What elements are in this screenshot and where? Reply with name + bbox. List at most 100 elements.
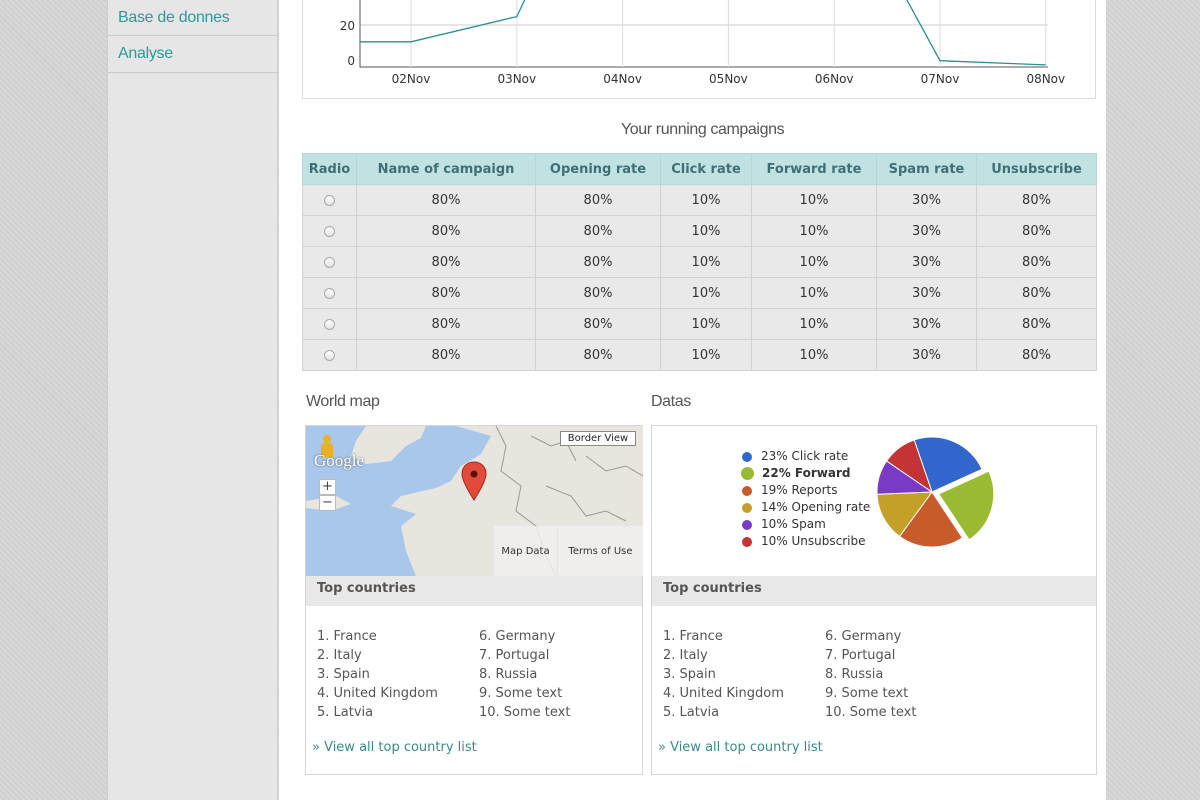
legend-swatch bbox=[742, 536, 752, 547]
radio-cell bbox=[302, 277, 357, 309]
country-list-left: 1. France 2. Italy 3. Spain 4. United Kingd… bbox=[663, 627, 784, 722]
legend-label: 10% Spam bbox=[761, 517, 826, 531]
campaign-radio-button[interactable] bbox=[324, 318, 335, 330]
campaign-radio-button[interactable] bbox=[324, 225, 335, 237]
map-marker-icon[interactable] bbox=[461, 461, 487, 501]
table-cell: 80% bbox=[535, 277, 661, 309]
x-tick-label: 04Nov bbox=[603, 72, 642, 86]
list-item: 3. Spain bbox=[663, 667, 716, 682]
table-cell: 30% bbox=[876, 246, 977, 278]
list-item: 4. United Kingdom bbox=[663, 686, 784, 701]
table-cell: 80% bbox=[976, 308, 1097, 340]
column-header-unsubscribe: Unsubscribe bbox=[976, 153, 1097, 185]
radio-cell bbox=[302, 308, 357, 340]
world-map-title: World map bbox=[306, 393, 380, 410]
datas-panel: 23% Click rate 22% Forward 19% Reports 14% … bbox=[651, 425, 1097, 775]
zoom-in-button[interactable]: + bbox=[319, 479, 336, 495]
list-item: 7. Portugal bbox=[479, 648, 550, 663]
campaign-radio-button[interactable] bbox=[324, 287, 335, 299]
table-cell: 80% bbox=[356, 308, 536, 340]
sidebar-item-analyse[interactable]: Analyse bbox=[108, 36, 277, 73]
x-tick-label: 05Nov bbox=[709, 72, 748, 86]
view-all-countries-link[interactable]: » View all top country list bbox=[658, 740, 823, 755]
table-cell: 80% bbox=[356, 246, 536, 278]
table-cell: 10% bbox=[660, 339, 752, 371]
list-item: 2. Italy bbox=[663, 648, 708, 663]
x-tick-label: 06Nov bbox=[815, 72, 854, 86]
table-cell: 30% bbox=[876, 215, 977, 247]
border-view-button[interactable]: Border View bbox=[560, 431, 636, 446]
table-cell: 30% bbox=[876, 184, 977, 216]
radio-cell bbox=[302, 184, 357, 216]
table-cell: 80% bbox=[356, 339, 536, 371]
table-cell: 80% bbox=[535, 184, 661, 216]
country-list-right: 6. Germany 7. Portugal 8. Russia 9. Some te… bbox=[825, 627, 916, 722]
table-cell: 10% bbox=[660, 246, 752, 278]
list-item: 5. Latvia bbox=[317, 705, 374, 720]
sidebar-item-base-de-donnes[interactable]: Base de donnes bbox=[108, 0, 277, 36]
zoom-out-button[interactable]: − bbox=[319, 495, 336, 511]
list-item: 6. Germany bbox=[479, 629, 556, 644]
list-item: 1. France bbox=[317, 629, 377, 644]
table-cell: 10% bbox=[751, 184, 877, 216]
radio-cell bbox=[302, 215, 357, 247]
column-header-radio: Radio bbox=[302, 153, 357, 185]
table-cell: 10% bbox=[660, 308, 752, 340]
table-cell: 10% bbox=[751, 215, 877, 247]
table-row[interactable]: 80% 80% 10% 10% 30% 80% bbox=[302, 184, 1097, 216]
table-row[interactable]: 80% 80% 10% 10% 30% 80% bbox=[302, 339, 1097, 371]
main-content: 20 0 02Nov 03Nov 04Nov 05Nov 06Nov 07Nov 08Nov… bbox=[279, 0, 1106, 800]
table-cell: 10% bbox=[660, 277, 752, 309]
table-cell: 10% bbox=[751, 308, 877, 340]
campaign-radio-button[interactable] bbox=[324, 194, 335, 206]
terms-of-use-link[interactable]: Terms of Use bbox=[558, 526, 643, 576]
y-tick-label: 20 bbox=[340, 19, 355, 33]
table-cell: 30% bbox=[876, 339, 977, 371]
table-cell: 80% bbox=[356, 215, 536, 247]
legend-label: 23% Click rate bbox=[761, 449, 849, 463]
campaign-radio-button[interactable] bbox=[324, 349, 335, 361]
datas-title: Datas bbox=[651, 393, 691, 410]
x-tick-label: 02Nov bbox=[392, 72, 431, 86]
table-row[interactable]: 80% 80% 10% 10% 30% 80% bbox=[302, 308, 1097, 340]
legend-entry: 10% Unsubscribe bbox=[742, 533, 870, 550]
column-header-click-rate: Click rate bbox=[660, 153, 752, 185]
table-cell: 10% bbox=[751, 339, 877, 371]
map-view[interactable]: Google + − Border View Map Data Terms of… bbox=[306, 426, 643, 576]
legend-label: 22% Forward bbox=[762, 466, 851, 480]
table-row[interactable]: 80% 80% 10% 10% 30% 80% bbox=[302, 215, 1097, 247]
legend-entry: 10% Spam bbox=[742, 516, 870, 533]
list-item: 9. Some text bbox=[825, 686, 909, 701]
list-item: 3. Spain bbox=[317, 667, 370, 682]
list-item: 1. France bbox=[663, 629, 723, 644]
legend-label: 14% Opening rate bbox=[761, 500, 871, 514]
legend-swatch bbox=[742, 519, 752, 530]
radio-cell bbox=[302, 339, 357, 371]
list-item: 4. United Kingdom bbox=[317, 686, 438, 701]
pie-legend: 23% Click rate 22% Forward 19% Reports 14% … bbox=[741, 448, 871, 550]
table-cell: 30% bbox=[876, 277, 977, 309]
legend-label: 19% Reports bbox=[761, 483, 838, 497]
list-item: 9. Some text bbox=[479, 686, 563, 701]
campaigns-title: Your running campaigns bbox=[621, 121, 785, 138]
table-cell: 80% bbox=[976, 184, 1097, 216]
country-list-left: 1. France 2. Italy 3. Spain 4. United Kingd… bbox=[317, 627, 438, 722]
table-cell: 80% bbox=[976, 277, 1097, 309]
legend-swatch bbox=[741, 467, 754, 480]
line-chart: 20 0 02Nov 03Nov 04Nov 05Nov 06Nov 07Nov 08Nov bbox=[340, 0, 1065, 86]
world-map-panel: Google + − Border View Map Data Terms of… bbox=[305, 425, 643, 775]
google-logo: Google bbox=[314, 451, 365, 470]
campaigns-table: Radio Name of campaign Opening rate Clic… bbox=[302, 153, 1097, 371]
table-row[interactable]: 80% 80% 10% 10% 30% 80% bbox=[302, 277, 1097, 309]
table-cell: 80% bbox=[976, 339, 1097, 371]
view-all-countries-link[interactable]: » View all top country list bbox=[312, 740, 477, 755]
table-cell: 80% bbox=[976, 215, 1097, 247]
campaign-radio-button[interactable] bbox=[324, 256, 335, 268]
table-cell: 80% bbox=[356, 277, 536, 309]
x-tick-label: 07Nov bbox=[921, 72, 960, 86]
list-item: 8. Russia bbox=[825, 667, 884, 682]
x-tick-label: 03Nov bbox=[497, 72, 536, 86]
table-cell: 30% bbox=[876, 308, 977, 340]
map-data-link[interactable]: Map Data bbox=[494, 526, 557, 576]
table-row[interactable]: 80% 80% 10% 10% 30% 80% bbox=[302, 246, 1097, 278]
